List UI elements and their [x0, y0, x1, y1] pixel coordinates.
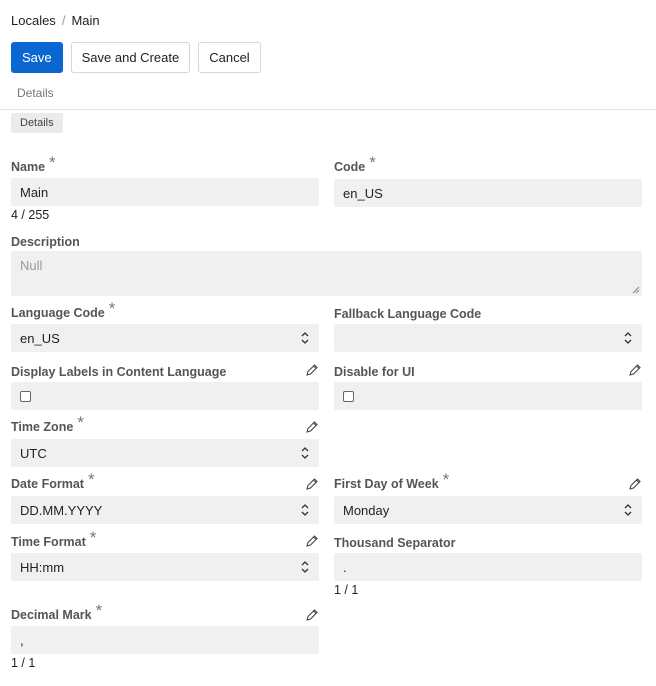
tab-details[interactable]: Details — [17, 86, 54, 100]
required-marker: * — [87, 470, 95, 489]
required-marker: * — [108, 299, 116, 318]
display-labels-checkbox[interactable] — [20, 390, 31, 402]
first-day-of-week-select[interactable]: Monday — [334, 496, 642, 524]
edit-pencil-icon[interactable] — [628, 363, 642, 377]
select-chevron-icon — [301, 561, 309, 573]
required-marker: * — [442, 470, 450, 489]
thousand-separator-label: Thousand Separator — [334, 536, 456, 550]
select-chevron-icon — [301, 447, 309, 459]
time-zone-label: Time Zone * — [11, 413, 84, 434]
breadcrumb: Locales / Main — [11, 13, 100, 28]
code-input[interactable]: en_US — [334, 179, 642, 207]
edit-pencil-icon[interactable] — [628, 477, 642, 491]
description-textarea[interactable]: Null — [11, 251, 642, 296]
breadcrumb-separator: / — [61, 13, 66, 28]
required-marker: * — [95, 601, 103, 620]
thousand-separator-char-counter: 1 / 1 — [334, 583, 359, 597]
edit-pencil-icon[interactable] — [305, 363, 319, 377]
thousand-separator-input[interactable]: . — [334, 553, 642, 581]
breadcrumb-current: Main — [71, 13, 100, 28]
disable-for-ui-label: Disable for UI — [334, 365, 415, 379]
disable-for-ui-field — [334, 382, 642, 410]
disable-for-ui-checkbox[interactable] — [343, 390, 354, 402]
fallback-language-code-select[interactable] — [334, 324, 642, 352]
decimal-mark-char-counter: 1 / 1 — [11, 656, 36, 670]
edit-pencil-icon[interactable] — [305, 420, 319, 434]
time-format-label: Time Format * — [11, 528, 97, 549]
date-format-select[interactable]: DD.MM.YYYY — [11, 496, 319, 524]
language-code-label: Language Code * — [11, 299, 116, 320]
resize-handle-icon[interactable] — [632, 286, 640, 294]
required-marker: * — [89, 528, 97, 547]
first-day-of-week-label: First Day of Week * — [334, 470, 450, 491]
fallback-language-code-label: Fallback Language Code — [334, 307, 482, 321]
required-marker: * — [369, 153, 376, 172]
select-chevron-icon — [624, 332, 632, 344]
language-code-select[interactable]: en_US — [11, 324, 319, 352]
required-marker: * — [77, 413, 84, 432]
select-chevron-icon — [624, 504, 632, 516]
save-button[interactable]: Save — [11, 42, 63, 73]
edit-pencil-icon[interactable] — [305, 477, 319, 491]
time-zone-select[interactable]: UTC — [11, 439, 319, 467]
display-labels-label: Display Labels in Content Language — [11, 365, 227, 379]
toolbar: Save Save and Create Cancel — [11, 42, 261, 73]
description-label: Description — [11, 235, 80, 249]
decimal-mark-input[interactable]: , — [11, 626, 319, 654]
edit-pencil-icon[interactable] — [305, 534, 319, 548]
date-format-label: Date Format * — [11, 470, 95, 491]
section-details-chip: Details — [11, 113, 63, 133]
time-format-select[interactable]: HH:mm — [11, 553, 319, 581]
save-and-create-button[interactable]: Save and Create — [70, 42, 191, 73]
name-label: Name * — [11, 153, 56, 174]
display-labels-field — [11, 382, 319, 410]
cancel-button[interactable]: Cancel — [198, 42, 261, 73]
select-chevron-icon — [301, 332, 309, 344]
edit-pencil-icon[interactable] — [305, 608, 319, 622]
select-chevron-icon — [301, 504, 309, 516]
required-marker: * — [49, 153, 56, 172]
breadcrumb-parent-link[interactable]: Locales — [11, 13, 56, 28]
tab-bar: Details — [0, 85, 656, 110]
code-label: Code * — [334, 153, 376, 174]
decimal-mark-label: Decimal Mark * — [11, 601, 103, 622]
name-char-counter: 4 / 255 — [11, 208, 50, 222]
name-input[interactable]: Main — [11, 178, 319, 206]
